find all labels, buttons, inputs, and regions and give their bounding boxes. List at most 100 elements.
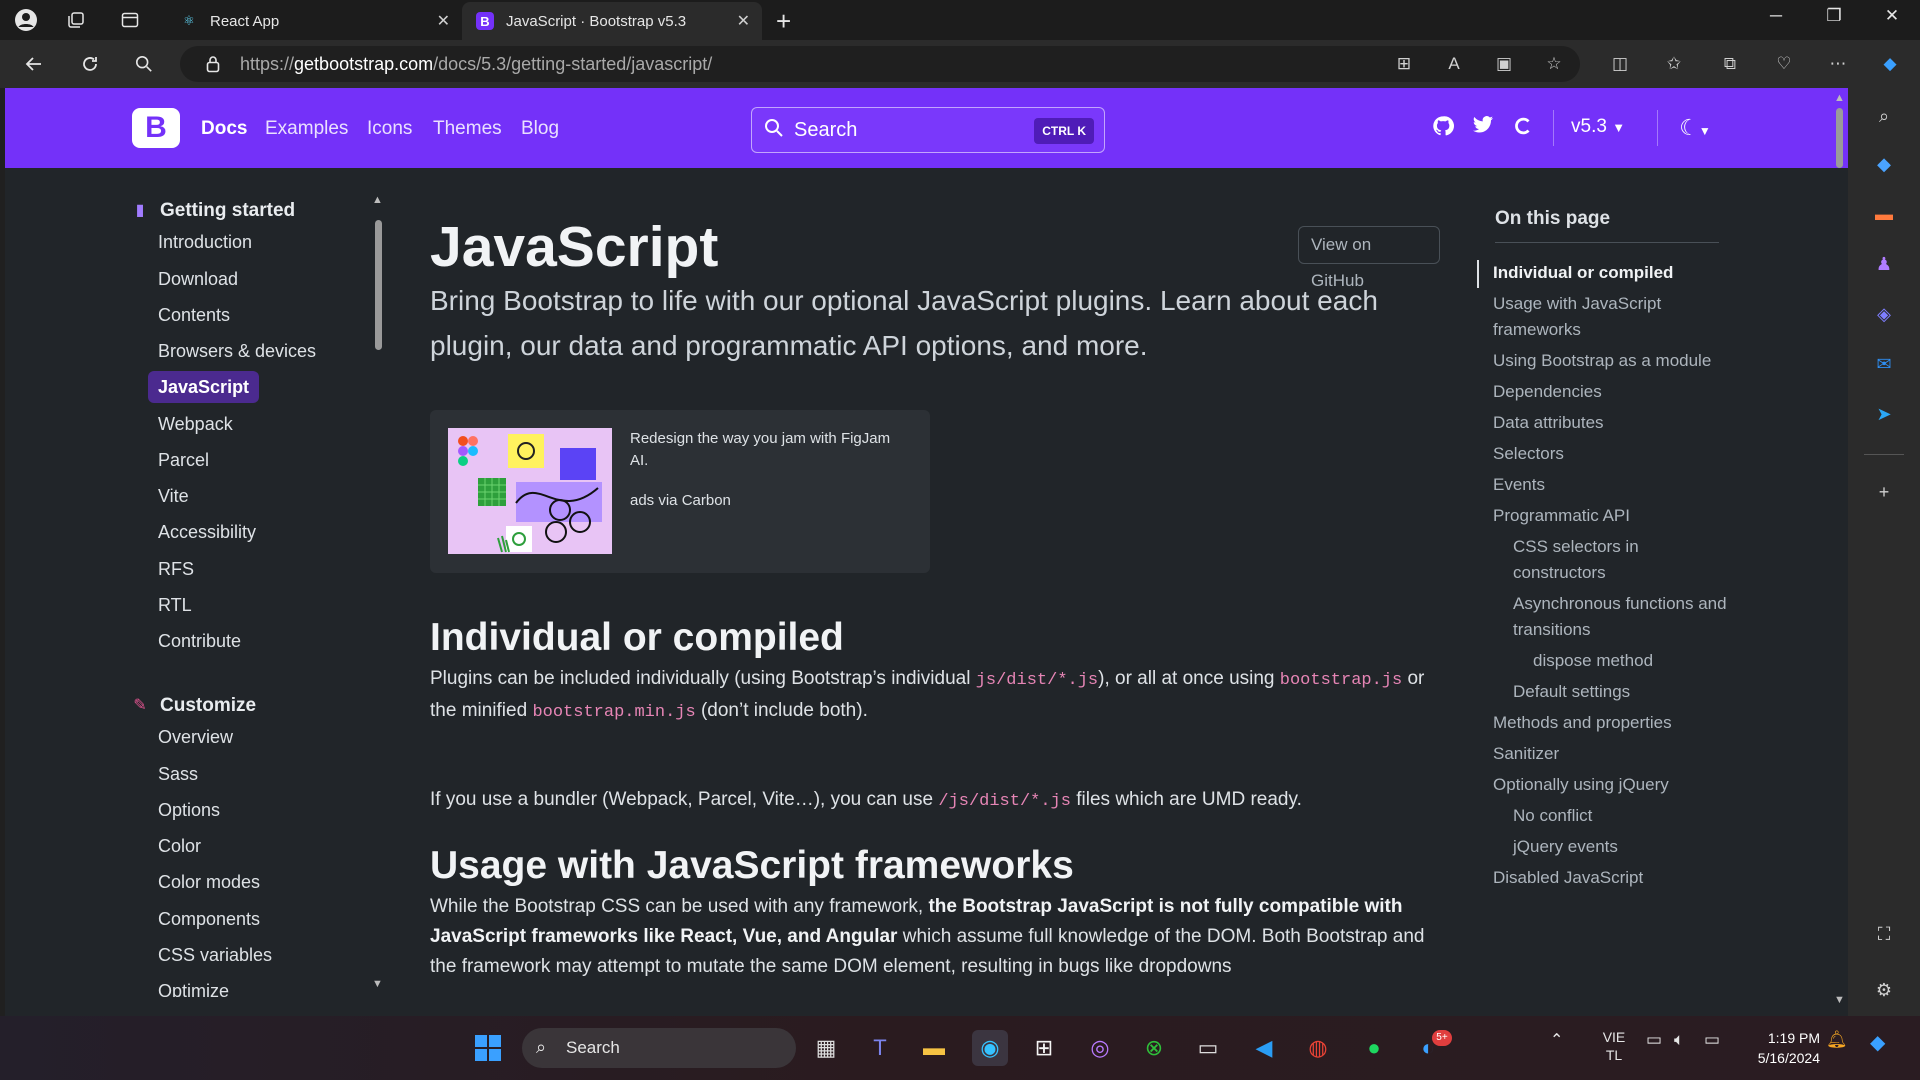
sidebar-item-introduction[interactable]: Introduction <box>148 226 262 258</box>
scroll-down-arrow-icon[interactable]: ▼ <box>372 978 383 990</box>
page-scrollbar[interactable]: ▲ ▼ <box>1831 88 1847 1016</box>
volume-icon[interactable]: 🔈︎ <box>1674 1030 1684 1050</box>
toc-item[interactable]: No conflict <box>1513 803 1729 829</box>
close-tab-icon[interactable]: ✕ <box>437 11 450 31</box>
language-indicator[interactable]: VIE TL <box>1596 1028 1632 1064</box>
github-icon[interactable] <box>1429 115 1457 143</box>
toc-item[interactable]: Events <box>1493 472 1729 498</box>
search-icon[interactable] <box>130 50 158 78</box>
copilot-icon[interactable]: ◆ <box>1870 1030 1885 1055</box>
toc-item[interactable]: dispose method <box>1533 648 1729 674</box>
sidebar-item-javascript[interactable]: JavaScript <box>148 371 260 403</box>
collections-icon[interactable]: ⧉ <box>1718 54 1742 76</box>
toc-item[interactable]: Selectors <box>1493 441 1729 467</box>
scrollbar-thumb[interactable] <box>1836 108 1843 168</box>
network-icon[interactable]: ▭ <box>1646 1030 1662 1050</box>
chrome-icon[interactable]: ◍ <box>1300 1030 1336 1066</box>
sidebar-item-contribute[interactable]: Contribute <box>148 625 251 657</box>
send-icon[interactable]: ➤ <box>1872 404 1896 428</box>
version-dropdown[interactable]: v5.3 ▼ <box>1571 116 1625 138</box>
scroll-up-arrow-icon[interactable]: ▲ <box>1834 92 1845 104</box>
scroll-up-arrow-icon[interactable]: ▲ <box>372 194 383 206</box>
sidebar-item-components[interactable]: Components <box>148 903 270 935</box>
split-screen-icon[interactable]: ◫ <box>1608 54 1632 76</box>
new-tab-button[interactable]: + <box>776 6 791 37</box>
app-icon[interactable]: ◎ <box>1082 1030 1118 1066</box>
sidebar-item-css-variables[interactable]: CSS variables <box>148 939 282 971</box>
spotify-icon[interactable]: ● <box>1356 1030 1392 1066</box>
windows-start-icon[interactable] <box>470 1030 506 1066</box>
show-hidden-icons-icon[interactable]: ⌃ <box>1550 1030 1563 1050</box>
restore-button[interactable]: ❐ <box>1814 6 1854 26</box>
sidebar-item-webpack[interactable]: Webpack <box>148 408 243 440</box>
sidebar-item-rfs[interactable]: RFS <box>148 553 204 585</box>
terminal-icon[interactable]: ▭ <box>1190 1030 1226 1066</box>
ad-image[interactable] <box>448 428 612 554</box>
outlook-icon[interactable]: ✉ <box>1872 354 1896 378</box>
office-icon[interactable]: ◈ <box>1872 304 1896 328</box>
settings-gear-icon[interactable]: ⚙ <box>1872 980 1896 1004</box>
notification-bell-icon[interactable]: 🔔︎ <box>1826 1030 1848 1050</box>
nav-link-themes[interactable]: Themes <box>433 118 502 140</box>
taskbar-clock[interactable]: 1:19 PM 5/16/2024 <box>1742 1028 1820 1068</box>
sidebar-scrollbar[interactable]: ▲ ▼ <box>371 192 385 992</box>
ad-text[interactable]: Redesign the way you jam with FigJam AI. <box>630 428 910 472</box>
add-icon[interactable]: + <box>1872 482 1896 506</box>
xbox-icon[interactable]: ⊗ <box>1136 1030 1172 1066</box>
toc-item[interactable]: Methods and properties <box>1493 710 1729 736</box>
toc-item[interactable]: Default settings <box>1513 679 1729 705</box>
nav-link-blog[interactable]: Blog <box>521 118 559 140</box>
toc-item[interactable]: Asynchronous functions and transitions <box>1513 591 1729 643</box>
theme-toggle-moon-icon[interactable]: ☾▼ <box>1673 115 1717 141</box>
minimize-button[interactable]: ─ <box>1756 6 1796 26</box>
sidebar-item-vite[interactable]: Vite <box>148 480 199 512</box>
sidebar-item-overview[interactable]: Overview <box>148 721 243 753</box>
opencollective-icon[interactable] <box>1509 115 1537 143</box>
browser-essentials-icon[interactable]: ♡ <box>1772 54 1796 76</box>
toc-item[interactable]: Usage with JavaScript frameworks <box>1493 291 1729 343</box>
file-explorer-icon[interactable]: ▬ <box>916 1030 952 1066</box>
favorite-star-icon[interactable]: ☆ <box>1542 54 1566 76</box>
battery-icon[interactable]: ▭ <box>1704 1030 1720 1050</box>
scroll-down-arrow-icon[interactable]: ▼ <box>1834 994 1845 1006</box>
carbon-ad[interactable]: Redesign the way you jam with FigJam AI.… <box>430 410 930 573</box>
toc-item[interactable]: Using Bootstrap as a module <box>1493 348 1729 374</box>
tab-actions-icon[interactable] <box>118 8 142 32</box>
app-available-icon[interactable]: ⊞ <box>1392 54 1416 76</box>
read-aloud-icon[interactable]: A <box>1442 54 1466 76</box>
vscode-icon[interactable]: ◀ <box>1246 1030 1282 1066</box>
sidebar-item-color-modes[interactable]: Color modes <box>148 866 270 898</box>
close-window-button[interactable]: ✕ <box>1872 6 1912 26</box>
toc-item[interactable]: jQuery events <box>1513 834 1729 860</box>
twitter-icon[interactable] <box>1469 115 1497 141</box>
toc-item[interactable]: Individual or compiled <box>1493 260 1729 286</box>
screenshot-icon[interactable]: ⛶ <box>1872 924 1896 948</box>
favorites-icon[interactable]: ✩ <box>1662 54 1686 76</box>
ad-source[interactable]: ads via Carbon <box>630 492 731 509</box>
sidebar-item-rtl[interactable]: RTL <box>148 589 202 621</box>
workspaces-icon[interactable] <box>64 8 88 32</box>
toc-item[interactable]: Programmatic API <box>1493 503 1729 529</box>
nav-link-examples[interactable]: Examples <box>265 118 348 140</box>
close-tab-icon[interactable]: ✕ <box>737 11 750 31</box>
toc-item[interactable]: Dependencies <box>1493 379 1729 405</box>
toc-item[interactable]: CSS selectors in constructors <box>1513 534 1729 586</box>
view-on-github-button[interactable]: View on GitHub <box>1298 226 1440 290</box>
bootstrap-logo[interactable]: B <box>132 108 180 148</box>
tools-icon[interactable]: ▬ <box>1872 204 1896 228</box>
lock-icon[interactable] <box>206 55 220 76</box>
tab-react-app[interactable]: ⚛ React App ✕ <box>166 2 462 40</box>
nav-link-icons[interactable]: Icons <box>367 118 412 140</box>
search-icon[interactable]: ⌕ <box>1872 106 1896 130</box>
scrollbar-thumb[interactable] <box>375 220 382 350</box>
microsoft-store-icon[interactable]: ⊞ <box>1026 1030 1062 1066</box>
sidebar-item-browsers-devices[interactable]: Browsers & devices <box>148 335 326 367</box>
edge-browser-icon[interactable]: ◉ <box>972 1030 1008 1066</box>
sidebar-item-download[interactable]: Download <box>148 263 248 295</box>
toc-item[interactable]: Optionally using jQuery <box>1493 772 1729 798</box>
profile-icon[interactable] <box>14 8 38 32</box>
sidebar-item-sass[interactable]: Sass <box>148 758 208 790</box>
address-bar[interactable]: https://getbootstrap.com/docs/5.3/gettin… <box>180 46 1580 82</box>
tab-bootstrap[interactable]: B JavaScript · Bootstrap v5.3 ✕ <box>462 2 762 40</box>
taskbar-search-input[interactable]: ⌕ Search <box>522 1028 796 1068</box>
